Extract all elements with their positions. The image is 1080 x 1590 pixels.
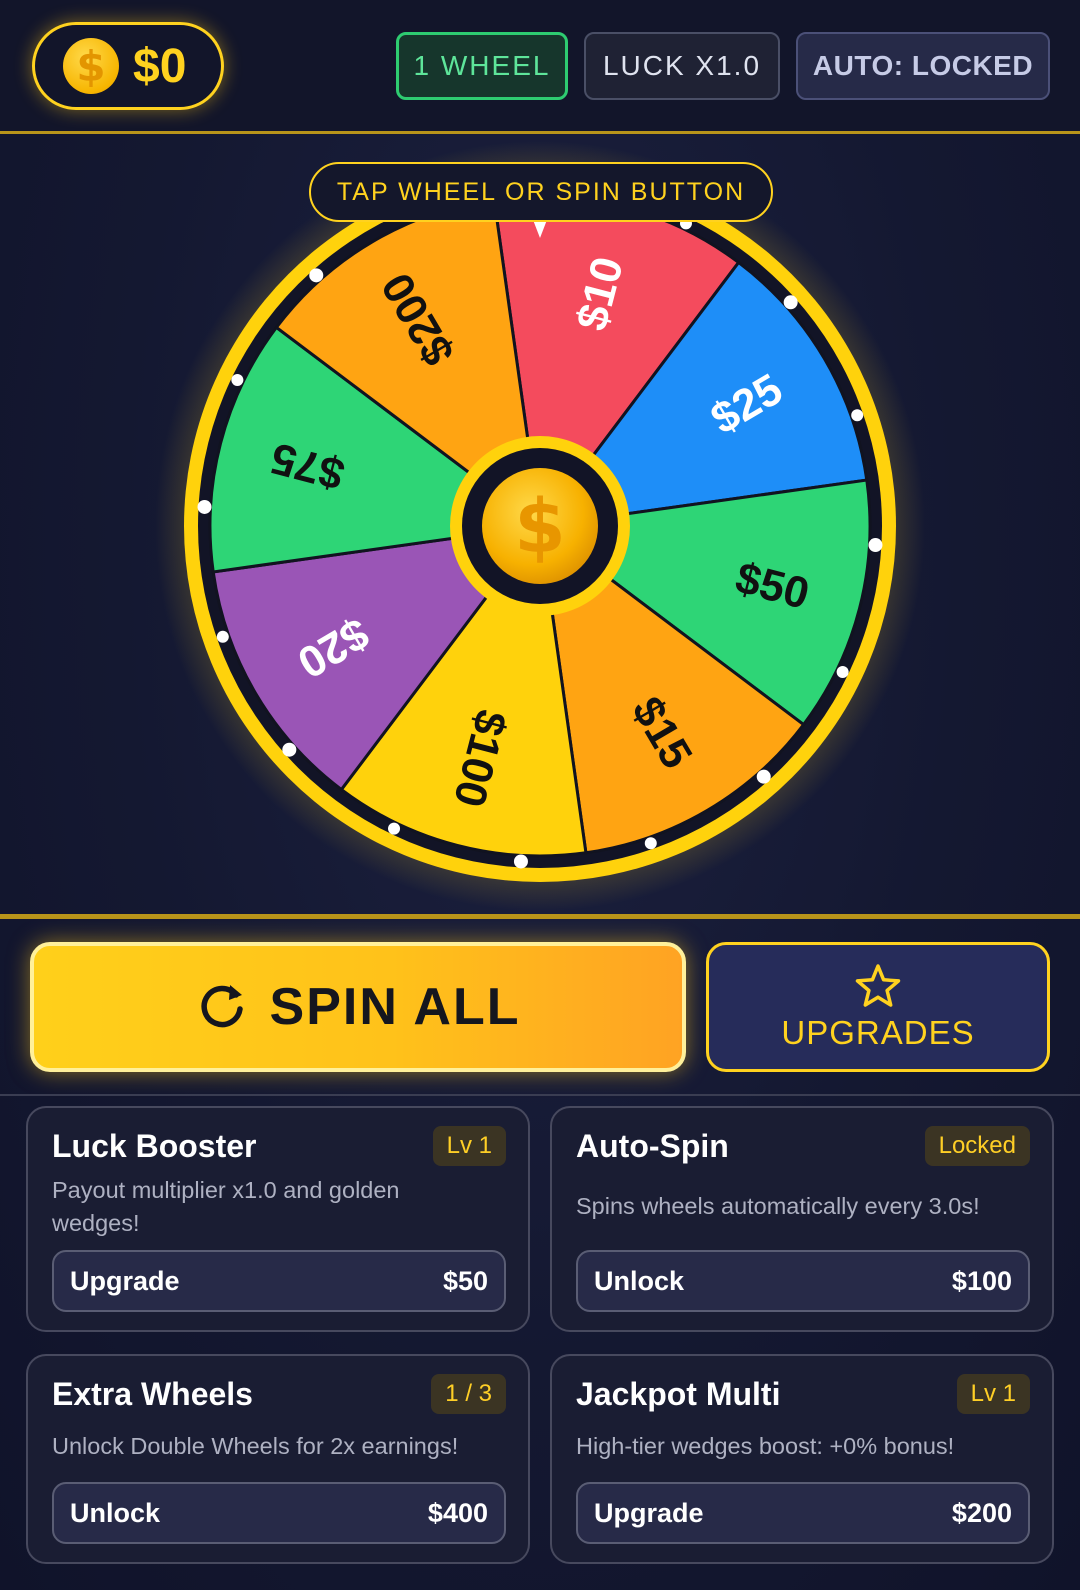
wheel-peg <box>282 742 297 757</box>
level-badge: Lv 1 <box>432 1126 506 1166</box>
card-title: Extra Wheels <box>52 1376 253 1412</box>
wheel-peg <box>216 630 229 643</box>
refresh-icon <box>201 985 243 1028</box>
action-price: $100 <box>951 1265 1012 1296</box>
divider <box>0 914 1080 919</box>
auto-spin-status-button[interactable]: AUTO: LOCKED <box>796 32 1050 100</box>
action-label: Upgrade <box>70 1265 180 1296</box>
star-icon <box>855 964 901 1007</box>
card-title: Auto-Spin <box>576 1128 729 1164</box>
upgrade-card-extra-wheels: Extra Wheels 1 / 3 Unlock Double Wheels … <box>26 1354 530 1564</box>
wheel-peg <box>836 665 849 678</box>
wheel-peg <box>513 854 528 869</box>
wheel-peg <box>868 538 883 553</box>
card-description: Spins wheels automatically every 3.0s! <box>576 1193 980 1219</box>
upgrade-card-auto-spin: Auto-Spin Locked Spins wheels automatica… <box>550 1106 1054 1332</box>
hub-dollar-sign: $ <box>514 484 566 570</box>
count-badge: 1 / 3 <box>431 1374 506 1414</box>
balance-amount: $0 <box>133 39 187 93</box>
wheel-peg <box>851 409 864 422</box>
action-price: $200 <box>951 1497 1012 1528</box>
balance-display: $ $0 <box>32 22 224 110</box>
unlock-button[interactable]: Unlock $400 <box>52 1482 506 1544</box>
luck-multiplier-button[interactable]: LUCK X1.0 <box>584 32 780 100</box>
spin-all-button[interactable]: SPIN ALL <box>30 942 686 1072</box>
wheel-peg <box>783 295 798 310</box>
card-description: Payout multiplier x1.0 and golden wedges… <box>52 1177 400 1236</box>
upgrade-button[interactable]: Upgrade $200 <box>576 1482 1030 1544</box>
wheel-area: $10 $25 $50 $15 $100 $20 $75 $200 $ TAP WHEEL O… <box>0 134 1080 918</box>
level-badge: Lv 1 <box>956 1374 1030 1414</box>
upgrades-label: UPGRADES <box>781 1014 975 1051</box>
wheel-peg <box>197 499 212 514</box>
game-screen: $ $0 1 WHEEL LUCK X1.0 AUTO: LOCKED $10 … <box>0 0 1080 1590</box>
action-label: Unlock <box>594 1265 685 1296</box>
dollar-coin-icon: $ <box>63 38 119 94</box>
card-title: Luck Booster <box>52 1128 257 1164</box>
wheel-peg <box>644 837 657 850</box>
card-description: Unlock Double Wheels for 2x earnings! <box>52 1433 459 1459</box>
upgrade-card-luck-booster: Luck Booster Lv 1 Payout multiplier x1.0… <box>26 1106 530 1332</box>
upgrade-button[interactable]: Upgrade $50 <box>52 1250 506 1312</box>
upgrade-card-jackpot-multi: Jackpot Multi Lv 1 High-tier wedges boos… <box>550 1354 1054 1564</box>
wheel-peg <box>231 374 244 387</box>
action-label: Unlock <box>70 1497 161 1528</box>
wheel-peg <box>309 268 324 283</box>
action-label: Upgrade <box>594 1497 704 1528</box>
divider <box>0 1094 1080 1096</box>
wheel-peg <box>388 822 401 835</box>
spin-all-label: SPIN ALL <box>269 978 521 1036</box>
card-description: High-tier wedges boost: +0% bonus! <box>576 1433 955 1459</box>
wheel-count-button[interactable]: 1 WHEEL <box>396 32 568 100</box>
wheel-peg <box>756 769 771 784</box>
top-bar: $ $0 1 WHEEL LUCK X1.0 AUTO: LOCKED <box>0 0 1080 134</box>
spin-hint: TAP WHEEL OR SPIN BUTTON <box>309 162 773 222</box>
action-price: $400 <box>427 1497 488 1528</box>
prize-wheel[interactable]: $10$25$50$15$100$20$75$200 $ <box>0 134 1080 918</box>
action-price: $50 <box>442 1265 488 1296</box>
locked-badge: Locked <box>924 1126 1030 1166</box>
card-title: Jackpot Multi <box>576 1376 781 1412</box>
unlock-button[interactable]: Unlock $100 <box>576 1250 1030 1312</box>
upgrades-button[interactable]: UPGRADES <box>706 942 1050 1072</box>
